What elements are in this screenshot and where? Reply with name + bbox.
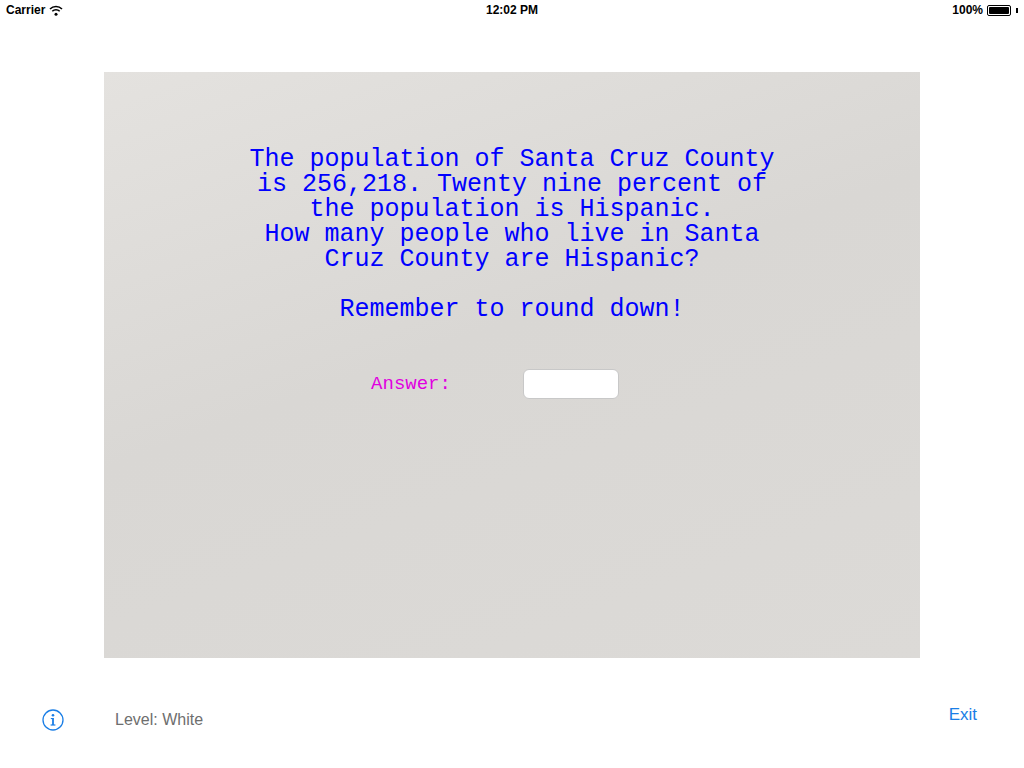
battery-cap xyxy=(1016,8,1018,13)
answer-row: Answer: xyxy=(371,369,653,399)
main: The population of Santa Cruz Countyis 25… xyxy=(0,20,1024,658)
question-line: the population is Hispanic. xyxy=(309,197,714,222)
screen: Carrier 12:02 PM 100% The population of San… xyxy=(0,0,1024,768)
wifi-icon xyxy=(49,5,63,16)
info-icon xyxy=(42,709,64,731)
reminder-text: Remember to round down! xyxy=(339,297,684,322)
question-line: How many people who live in Santa xyxy=(264,222,759,247)
exit-button[interactable]: Exit xyxy=(949,705,977,725)
level-text: Level: White xyxy=(115,711,203,729)
battery-icon xyxy=(987,5,1011,16)
time-text: 12:02 PM xyxy=(486,3,538,17)
status-bar: Carrier 12:02 PM 100% xyxy=(0,0,1024,20)
question-text: The population of Santa Cruz Countyis 25… xyxy=(249,147,774,272)
battery-fill xyxy=(989,7,1009,14)
carrier-text: Carrier xyxy=(6,3,45,17)
question-line: Cruz County are Hispanic? xyxy=(324,247,699,272)
question-line: is 256,218. Twenty nine percent of xyxy=(257,172,767,197)
footer: Level: White Exit xyxy=(0,658,1024,768)
answer-input[interactable] xyxy=(523,369,619,399)
battery-text: 100% xyxy=(952,3,983,17)
status-left: Carrier xyxy=(6,3,486,17)
status-right: 100% xyxy=(538,3,1018,17)
question-card: The population of Santa Cruz Countyis 25… xyxy=(104,72,920,658)
question-line: The population of Santa Cruz County xyxy=(249,147,774,172)
answer-label: Answer: xyxy=(371,373,451,395)
info-button[interactable] xyxy=(42,709,64,731)
